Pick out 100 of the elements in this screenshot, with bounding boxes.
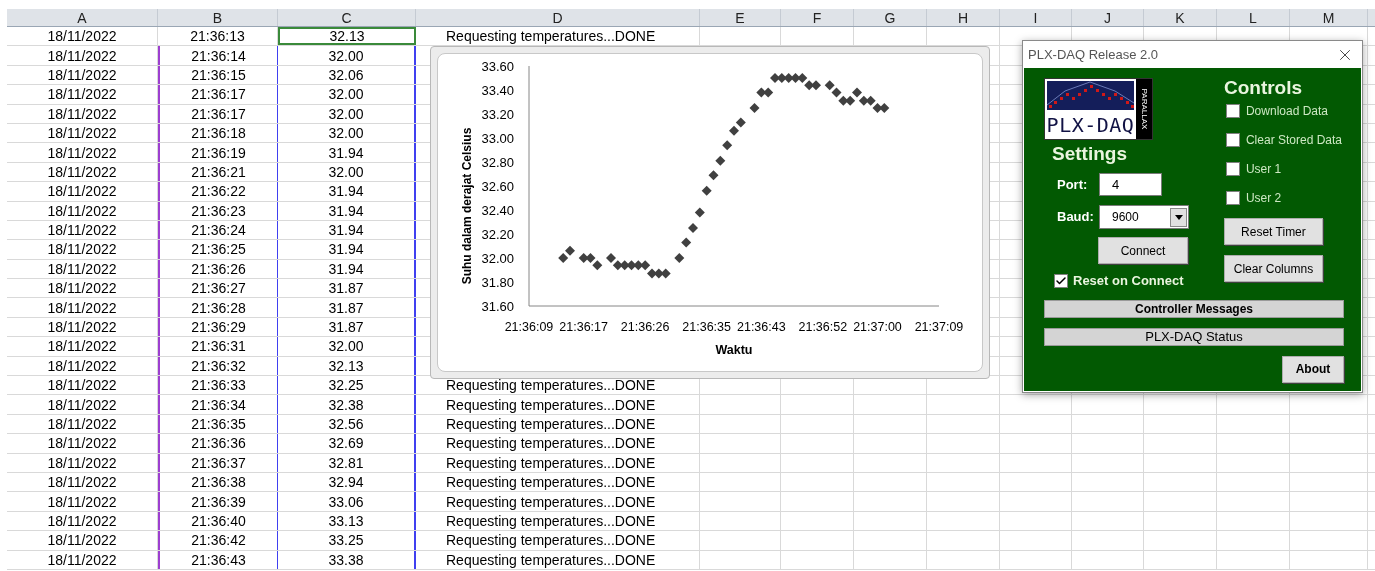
section-heading: Settings — [1052, 142, 1128, 166]
data-point — [578, 253, 589, 263]
table-cell: 21:36:39 — [191, 493, 246, 510]
data-point — [606, 253, 616, 263]
data-point — [749, 103, 760, 113]
data-point — [797, 73, 808, 83]
checkbox[interactable] — [1225, 104, 1240, 118]
data-point — [653, 268, 664, 279]
table-cell: 18/11/2022 — [47, 280, 117, 297]
table-cell: 21:36:33 — [191, 377, 246, 394]
table-cell: 21:36:35 — [191, 416, 246, 432]
check-icon — [1055, 274, 1067, 287]
y-tick-label: 33.20 — [481, 107, 514, 122]
baud-dropdown[interactable]: 9600 — [1099, 205, 1189, 229]
table-cell: 32.06 — [328, 66, 364, 83]
column-header[interactable]: D — [416, 9, 700, 26]
table-cell: 18/11/2022 — [47, 183, 117, 200]
data-point — [681, 237, 692, 248]
table-cell: 31.94 — [328, 183, 364, 200]
checkbox[interactable] — [1054, 273, 1068, 288]
table-cell: 21:36:25 — [191, 241, 246, 258]
table-cell: 18/11/2022 — [47, 125, 117, 142]
data-point — [776, 73, 787, 83]
data-point — [592, 260, 603, 271]
y-tick-label: 33.40 — [481, 83, 514, 98]
port-field[interactable]: 4 — [1099, 173, 1162, 196]
table-cell: 21:36:32 — [191, 357, 246, 374]
table-cell: 18/11/2022 — [47, 47, 117, 64]
table-cell: 21:36:42 — [191, 532, 246, 549]
table-cell: Requesting temperatures...DONE — [446, 551, 656, 568]
checkbox-label: Clear Stored Data — [1245, 132, 1342, 149]
table-cell: Requesting temperatures...DONE — [446, 512, 656, 529]
data-point — [558, 253, 569, 263]
table-cell: 33.13 — [328, 512, 364, 529]
column-header[interactable]: J — [1072, 9, 1144, 26]
table-cell: Requesting temperatures...DONE — [446, 377, 656, 394]
table-cell: 32.00 — [328, 163, 364, 180]
column-header[interactable]: H — [927, 9, 1000, 26]
table-cell: 32.94 — [328, 474, 364, 491]
control-button[interactable]: Clear Columns — [1223, 255, 1323, 282]
control-button[interactable]: Reset Timer — [1223, 218, 1323, 245]
caret-icon[interactable] — [1170, 207, 1187, 227]
table-cell: 18/11/2022 — [47, 338, 117, 355]
checkbox-label: User 1 — [1245, 161, 1282, 178]
table-cell: Requesting temperatures...DONE — [446, 396, 656, 413]
table-cell: 32.13 — [328, 357, 364, 374]
column-header[interactable]: B — [158, 9, 278, 26]
data-point — [715, 155, 726, 166]
y-tick-label: 31.60 — [481, 299, 514, 314]
data-point — [831, 87, 842, 98]
table-cell: 31.87 — [328, 319, 364, 336]
table-cell: 21:36:31 — [191, 338, 246, 355]
data-point — [879, 103, 890, 113]
y-tick-label: 32.60 — [481, 179, 514, 194]
table-cell: 18/11/2022 — [47, 66, 117, 83]
logo-text: PLX-DAQ — [1045, 112, 1136, 138]
table-cell: 18/11/2022 — [47, 396, 117, 413]
column-header[interactable]: M — [1290, 9, 1368, 26]
table-cell: 21:36:36 — [191, 435, 246, 452]
table-cell: 33.38 — [328, 551, 364, 568]
column-header[interactable]: E — [700, 9, 781, 26]
table-cell: 18/11/2022 — [47, 357, 117, 374]
table-cell: 31.87 — [328, 280, 364, 297]
data-point — [804, 80, 815, 91]
table-cell: Requesting temperatures...DONE — [446, 493, 656, 510]
checkbox-label: Reset on Connect — [1073, 272, 1184, 290]
table-cell: 21:36:34 — [191, 396, 246, 413]
checkbox[interactable] — [1225, 191, 1240, 205]
table-cell: 32.81 — [328, 454, 364, 471]
data-point — [865, 95, 876, 106]
table-cell: 21:36:15 — [191, 66, 246, 83]
data-point — [688, 223, 698, 233]
data-point — [872, 103, 883, 113]
column-header[interactable]: G — [854, 9, 927, 26]
table-cell: 21:36:29 — [191, 319, 246, 336]
column-header[interactable]: A — [7, 9, 158, 26]
table-cell: 33.25 — [328, 532, 364, 549]
table-cell: 21:36:13 — [190, 28, 245, 45]
checkbox[interactable] — [1225, 133, 1240, 147]
table-cell: 31.94 — [328, 222, 364, 239]
table-cell: 32.13 — [329, 28, 365, 45]
table-cell: Requesting temperatures...DONE — [446, 532, 656, 549]
column-header[interactable]: L — [1217, 9, 1290, 26]
data-point — [811, 80, 821, 91]
about-button[interactable]: About — [1282, 355, 1344, 383]
x-tick-label: 21:36:26 — [620, 320, 670, 334]
field-label: Port: — [1056, 175, 1089, 194]
x-tick-label: 21:37:09 — [914, 320, 964, 334]
column-header[interactable]: F — [781, 9, 854, 26]
table-cell: 32.00 — [328, 125, 364, 142]
table-cell: Requesting temperatures...DONE — [446, 416, 656, 432]
data-point — [701, 185, 712, 196]
column-header[interactable]: I — [1000, 9, 1072, 26]
y-tick-label: 31.80 — [481, 275, 514, 290]
checkbox[interactable] — [1225, 162, 1240, 176]
column-header[interactable]: K — [1144, 9, 1217, 26]
data-point — [756, 87, 767, 98]
table-cell: 21:36:18 — [191, 125, 246, 142]
column-header[interactable]: C — [278, 9, 416, 26]
connect-button[interactable]: Connect — [1098, 237, 1188, 264]
